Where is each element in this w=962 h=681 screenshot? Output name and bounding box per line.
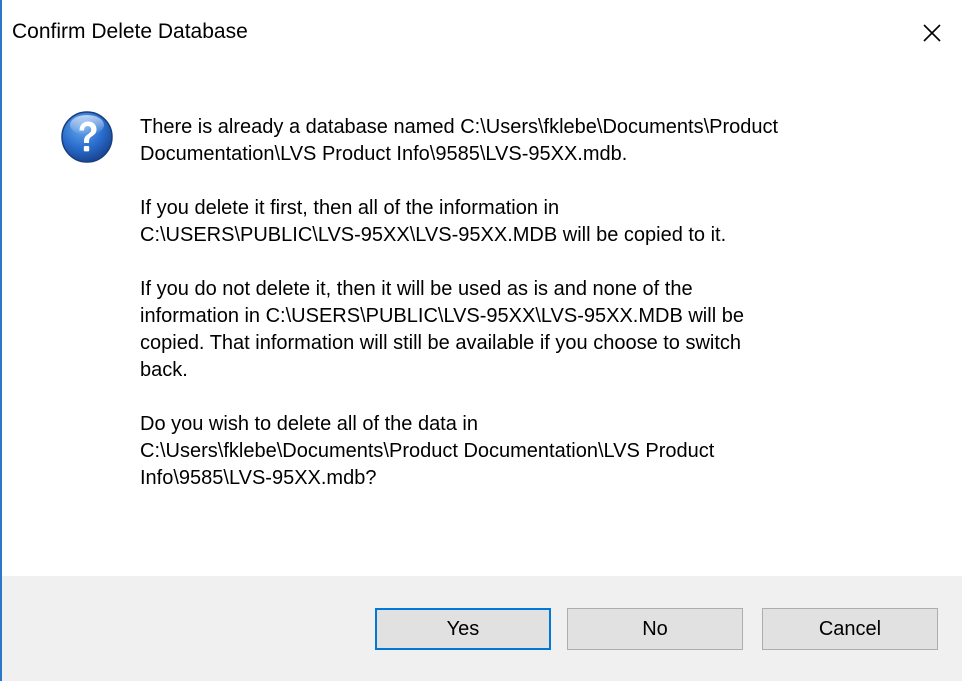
cancel-button[interactable]: Cancel: [762, 608, 938, 650]
question-icon: [61, 111, 113, 163]
window-title: Confirm Delete Database: [12, 20, 248, 43]
button-bar: Yes No Cancel: [2, 576, 962, 681]
message-text: There is already a database named C:\Use…: [140, 114, 930, 519]
message-paragraph-delete-first: If you delete it first, then all of the …: [140, 197, 727, 246]
close-icon: [923, 24, 941, 42]
message-paragraph-existing-db: There is already a database named C:\Use…: [140, 116, 779, 165]
message-paragraph-question: Do you wish to delete all of the data in…: [140, 413, 715, 489]
no-button[interactable]: No: [567, 608, 743, 650]
title-bar: Confirm Delete Database: [2, 0, 962, 64]
close-button[interactable]: [902, 0, 962, 64]
confirm-delete-dialog: Confirm Delete Database There is already…: [0, 0, 962, 681]
dialog-content: There is already a database named C:\Use…: [2, 64, 962, 576]
yes-button[interactable]: Yes: [375, 608, 551, 650]
message-paragraph-do-not-delete: If you do not delete it, then it will be…: [140, 278, 744, 381]
